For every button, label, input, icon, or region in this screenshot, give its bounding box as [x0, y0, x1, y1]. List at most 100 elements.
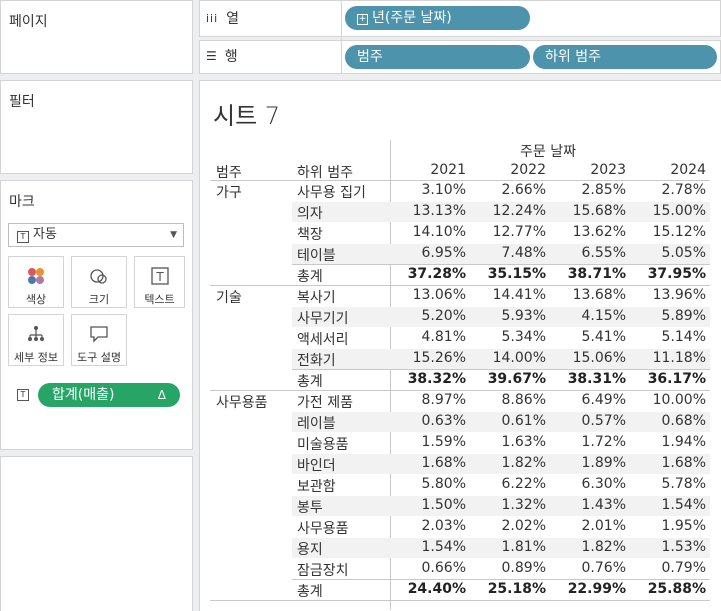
value-cell[interactable]: 5.89%	[636, 308, 706, 324]
value-cell[interactable]: 1.53%	[636, 539, 706, 555]
subcategory-label[interactable]: 의자	[297, 203, 323, 223]
value-cell[interactable]: 1.82%	[556, 539, 626, 555]
value-cell[interactable]: 13.96%	[636, 287, 706, 303]
value-cell[interactable]: 7.48%	[476, 245, 546, 261]
mark-type-dropdown[interactable]: T 자동 ▼	[8, 223, 184, 247]
value-cell[interactable]: 2.66%	[476, 182, 546, 198]
value-cell[interactable]: 2.03%	[396, 518, 466, 534]
subcategory-label[interactable]: 액세서리	[297, 329, 349, 349]
value-cell[interactable]: 1.94%	[636, 434, 706, 450]
value-cell[interactable]: 13.13%	[396, 203, 466, 219]
detail-button[interactable]: 세부 정보	[8, 314, 64, 366]
total-value[interactable]: 38.32%	[396, 371, 466, 387]
value-cell[interactable]: 0.57%	[556, 413, 626, 429]
value-cell[interactable]: 5.93%	[476, 308, 546, 324]
value-cell[interactable]: 6.49%	[556, 392, 626, 408]
total-value[interactable]: 35.15%	[476, 266, 546, 282]
value-cell[interactable]: 0.61%	[476, 413, 546, 429]
category-label[interactable]: 사무용품	[216, 392, 268, 412]
value-cell[interactable]: 12.77%	[476, 224, 546, 240]
subcategory-label[interactable]: 미술용품	[297, 434, 349, 454]
value-cell[interactable]: 2.01%	[556, 518, 626, 534]
value-cell[interactable]: 5.14%	[636, 329, 706, 345]
filters-panel[interactable]: 필터	[0, 80, 193, 174]
value-cell[interactable]: 5.34%	[476, 329, 546, 345]
subcategory-label[interactable]: 사무용품	[297, 518, 349, 538]
total-value[interactable]: 25.18%	[476, 581, 546, 597]
value-cell[interactable]: 1.72%	[556, 434, 626, 450]
subcategory-label[interactable]: 바인더	[297, 455, 336, 475]
value-cell[interactable]: 1.54%	[396, 539, 466, 555]
value-cell[interactable]: 15.00%	[636, 203, 706, 219]
subcategory-label[interactable]: 봉투	[297, 497, 323, 517]
subcategory-label[interactable]: 잠금장치	[297, 560, 349, 580]
value-cell[interactable]: 15.12%	[636, 224, 706, 240]
value-cell[interactable]: 5.78%	[636, 476, 706, 492]
value-cell[interactable]: 4.15%	[556, 308, 626, 324]
value-cell[interactable]: 1.43%	[556, 497, 626, 513]
total-value[interactable]: 36.17%	[636, 371, 706, 387]
subcategory-label[interactable]: 테이블	[297, 245, 336, 265]
subcategory-label[interactable]: 가전 제품	[297, 392, 353, 412]
value-cell[interactable]: 15.06%	[556, 350, 626, 366]
value-cell[interactable]: 1.63%	[476, 434, 546, 450]
subcategory-label[interactable]: 사무용 집기	[297, 182, 366, 202]
value-cell[interactable]: 1.89%	[556, 455, 626, 471]
total-value[interactable]: 38.71%	[556, 266, 626, 282]
subcategory-label[interactable]: 용지	[297, 539, 323, 559]
total-value[interactable]: 37.95%	[636, 266, 706, 282]
subcategory-label[interactable]: 복사기	[297, 287, 336, 307]
value-cell[interactable]: 4.81%	[396, 329, 466, 345]
total-value[interactable]: 37.28%	[396, 266, 466, 282]
value-cell[interactable]: 1.95%	[636, 518, 706, 534]
value-cell[interactable]: 8.97%	[396, 392, 466, 408]
subcategory-label[interactable]: 사무기기	[297, 308, 349, 328]
size-button[interactable]: 크기	[71, 256, 127, 308]
total-value[interactable]: 25.88%	[636, 581, 706, 597]
value-cell[interactable]: 12.24%	[476, 203, 546, 219]
value-cell[interactable]: 8.86%	[476, 392, 546, 408]
value-cell[interactable]: 0.63%	[396, 413, 466, 429]
value-cell[interactable]: 2.02%	[476, 518, 546, 534]
category-label[interactable]: 기술	[216, 287, 242, 307]
value-cell[interactable]: 6.30%	[556, 476, 626, 492]
value-cell[interactable]: 5.20%	[396, 308, 466, 324]
value-cell[interactable]: 1.82%	[476, 455, 546, 471]
value-cell[interactable]: 15.26%	[396, 350, 466, 366]
text-button[interactable]: T 텍스트	[134, 256, 185, 308]
value-cell[interactable]: 14.10%	[396, 224, 466, 240]
value-cell[interactable]: 11.18%	[636, 350, 706, 366]
value-cell[interactable]: 1.54%	[636, 497, 706, 513]
value-cell[interactable]: 0.76%	[556, 560, 626, 576]
value-cell[interactable]: 3.10%	[396, 182, 466, 198]
color-button[interactable]: 색상	[8, 256, 64, 308]
value-cell[interactable]: 0.89%	[476, 560, 546, 576]
subcategory-pill[interactable]: 하위 범주	[533, 45, 717, 69]
measure-pill[interactable]: 합계(매출) Δ	[38, 383, 180, 407]
value-cell[interactable]: 1.50%	[396, 497, 466, 513]
total-value[interactable]: 24.40%	[396, 581, 466, 597]
value-cell[interactable]: 5.05%	[636, 245, 706, 261]
value-cell[interactable]: 1.59%	[396, 434, 466, 450]
value-cell[interactable]: 0.68%	[636, 413, 706, 429]
value-cell[interactable]: 1.68%	[396, 455, 466, 471]
value-cell[interactable]: 13.06%	[396, 287, 466, 303]
total-value[interactable]: 39.67%	[476, 371, 546, 387]
pages-panel[interactable]: 페이지	[0, 0, 193, 74]
value-cell[interactable]: 2.78%	[636, 182, 706, 198]
value-cell[interactable]: 2.85%	[556, 182, 626, 198]
subcategory-label[interactable]: 레이블	[297, 413, 336, 433]
value-cell[interactable]: 0.66%	[396, 560, 466, 576]
total-value[interactable]: 22.99%	[556, 581, 626, 597]
value-cell[interactable]: 1.81%	[476, 539, 546, 555]
total-value[interactable]: 38.31%	[556, 371, 626, 387]
value-cell[interactable]: 1.68%	[636, 455, 706, 471]
value-cell[interactable]: 6.95%	[396, 245, 466, 261]
subcategory-label[interactable]: 보관함	[297, 476, 336, 496]
tooltip-button[interactable]: 도구 설명	[71, 314, 127, 366]
category-label[interactable]: 가구	[216, 182, 242, 202]
value-cell[interactable]: 13.62%	[556, 224, 626, 240]
value-cell[interactable]: 14.41%	[476, 287, 546, 303]
value-cell[interactable]: 6.55%	[556, 245, 626, 261]
value-cell[interactable]: 13.68%	[556, 287, 626, 303]
